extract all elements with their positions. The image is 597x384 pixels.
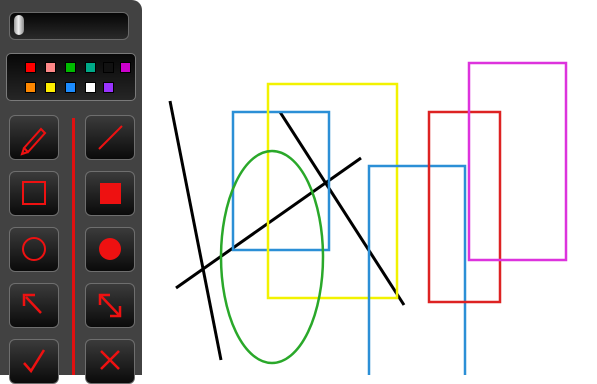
color-swatch-pink[interactable] — [45, 62, 56, 73]
cross-icon — [100, 350, 120, 370]
circle-outline-tool-button[interactable] — [9, 227, 59, 272]
drawn-line — [168, 100, 223, 361]
color-swatch-green[interactable] — [65, 62, 76, 73]
pencil-icon — [20, 127, 47, 156]
brush-size-slider[interactable] — [9, 12, 129, 40]
circle-filled-tool-button[interactable] — [85, 227, 135, 272]
double-arrow-tool-button[interactable] — [85, 283, 135, 328]
color-swatch-orange[interactable] — [25, 82, 36, 93]
double-arrow-icon — [98, 293, 122, 318]
color-swatch-red[interactable] — [25, 62, 36, 73]
checkmark-icon — [23, 349, 46, 374]
slider-handle[interactable] — [14, 15, 24, 35]
color-swatch-purple[interactable] — [103, 82, 114, 93]
color-swatch-black[interactable] — [103, 62, 114, 73]
color-swatch-white[interactable] — [85, 82, 96, 93]
circle-filled-icon — [99, 238, 121, 260]
arrow-icon — [22, 293, 42, 314]
arrow-tool-button[interactable] — [9, 283, 59, 328]
rectangle-filled-icon — [100, 183, 121, 204]
tool-divider — [72, 118, 75, 375]
line-icon — [98, 125, 123, 150]
circle-outline-icon — [22, 237, 46, 261]
cross-tool-button[interactable] — [85, 339, 135, 384]
drawn-rectangle — [467, 61, 568, 262]
color-swatch-magenta[interactable] — [120, 62, 131, 73]
tool-panel — [0, 0, 142, 384]
color-palette — [6, 53, 136, 101]
drawn-ellipse — [219, 149, 325, 365]
color-swatch-teal[interactable] — [85, 62, 96, 73]
line-tool-button[interactable] — [85, 115, 135, 160]
drawn-rectangle — [231, 110, 331, 252]
checkmark-tool-button[interactable] — [9, 339, 59, 384]
rectangle-outline-tool-button[interactable] — [9, 171, 59, 216]
rectangle-outline-icon — [22, 181, 46, 205]
drawn-line — [278, 111, 406, 306]
rectangle-filled-tool-button[interactable] — [85, 171, 135, 216]
pencil-tool-button[interactable] — [9, 115, 59, 160]
color-swatch-yellow[interactable] — [45, 82, 56, 93]
color-swatch-blue[interactable] — [65, 82, 76, 93]
